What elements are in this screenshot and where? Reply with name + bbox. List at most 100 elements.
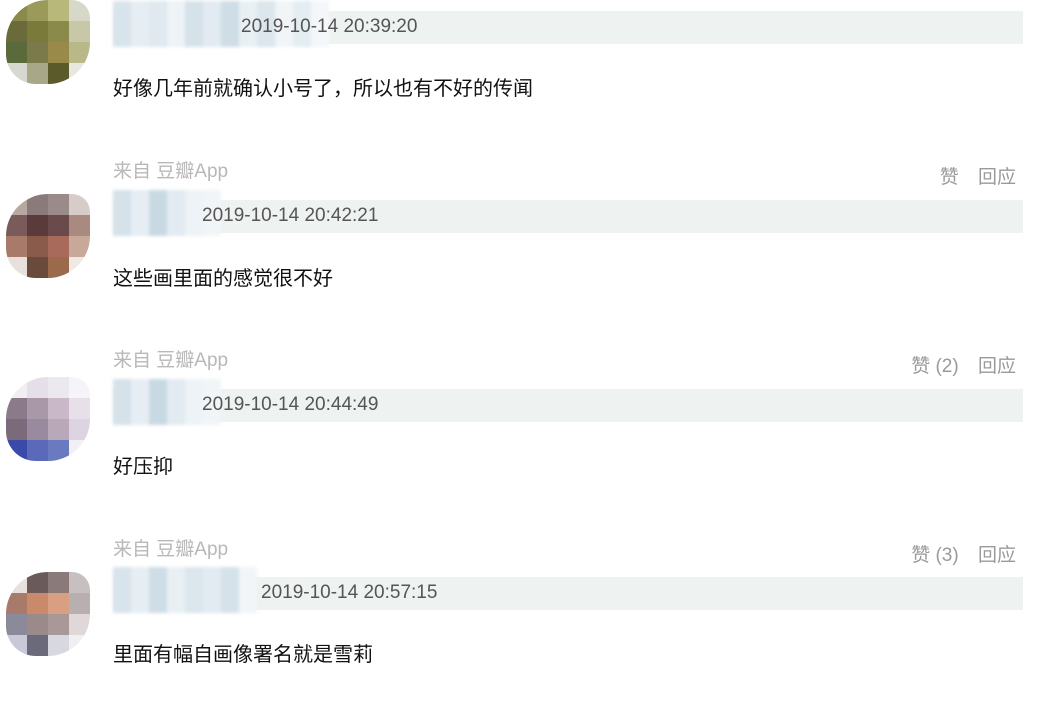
comment-meta-bar: 2019-10-14 20:39:20 — [113, 1, 1023, 47]
avatar-pixel — [27, 194, 48, 215]
comment-meta-bar: 2019-10-14 20:57:15 — [113, 567, 1023, 613]
comment-actions: 赞 回应 — [940, 162, 1016, 189]
username-pixel — [113, 567, 131, 613]
comment-meta-bar: 2019-10-14 20:42:21 — [113, 190, 1023, 236]
reply-button[interactable]: 回应 — [978, 167, 1016, 188]
avatar-pixel — [48, 377, 69, 398]
username-blurred[interactable] — [113, 567, 257, 613]
comment-timestamp: 2019-10-14 20:39:20 — [241, 16, 418, 37]
comment-actions: 赞 (3) 回应 — [911, 540, 1016, 567]
avatar-pixel — [6, 398, 27, 419]
avatar-pixel — [69, 614, 90, 635]
avatar-pixel — [27, 440, 48, 461]
username-pixel — [203, 1, 221, 47]
username-pixel — [149, 567, 167, 613]
avatar-pixel — [48, 593, 69, 614]
avatar-pixel — [69, 42, 90, 63]
username-pixel — [221, 567, 239, 613]
comment-source: 来自 豆瓣App — [113, 350, 229, 371]
comment-item: 来自 豆瓣App 赞 (3) 回应 2019-10-14 20:57:15 里面… — [0, 534, 1046, 709]
avatar[interactable] — [6, 572, 90, 656]
username-pixel — [131, 567, 149, 613]
comment-source: 来自 豆瓣App — [113, 539, 229, 560]
avatar-pixel — [48, 194, 69, 215]
avatar-pixel — [27, 398, 48, 419]
avatar-pixel — [6, 419, 27, 440]
avatar-pixel — [27, 257, 48, 278]
username-pixel — [185, 567, 203, 613]
avatar-pixel — [69, 194, 90, 215]
avatar-pixel — [27, 63, 48, 84]
avatar-pixel — [48, 42, 69, 63]
avatar-pixel — [48, 572, 69, 593]
avatar-pixel — [48, 0, 69, 21]
comment-list: 2019-10-14 20:39:20 好像几年前就确认小号了，所以也有不好的传… — [0, 0, 1046, 709]
comment-text: 这些画里面的感觉很不好 — [113, 268, 333, 290]
avatar-pixel — [69, 572, 90, 593]
username-pixel — [131, 379, 149, 425]
comment-text: 里面有幅自画像署名就是雪莉 — [113, 644, 373, 666]
comment-text: 好像几年前就确认小号了，所以也有不好的传闻 — [113, 78, 533, 100]
avatar-pixel — [69, 377, 90, 398]
username-pixel — [185, 379, 203, 425]
avatar-pixel — [27, 614, 48, 635]
avatar-pixel — [27, 21, 48, 42]
comment-item: 2019-10-14 20:39:20 好像几年前就确认小号了，所以也有不好的传… — [0, 0, 1046, 140]
avatar[interactable] — [6, 194, 90, 278]
username-pixel — [221, 1, 239, 47]
avatar-pixel — [27, 593, 48, 614]
comment-timestamp: 2019-10-14 20:42:21 — [202, 205, 379, 226]
username-pixel — [239, 567, 257, 613]
avatar-pixel — [6, 236, 27, 257]
like-button[interactable]: 赞 (2) — [911, 356, 959, 377]
avatar[interactable] — [6, 377, 90, 461]
avatar-pixel — [48, 257, 69, 278]
username-pixel — [185, 190, 203, 236]
username-pixel — [149, 1, 167, 47]
like-button[interactable]: 赞 (3) — [911, 545, 959, 566]
avatar-pixel — [6, 215, 27, 236]
like-button[interactable]: 赞 — [940, 167, 959, 188]
avatar-pixel — [6, 440, 27, 461]
username-pixel — [113, 190, 131, 236]
username-pixel — [167, 190, 185, 236]
avatar[interactable] — [6, 0, 90, 84]
avatar-pixel — [48, 635, 69, 656]
comment-text: 好压抑 — [113, 456, 173, 478]
avatar-pixel — [6, 614, 27, 635]
avatar-pixel — [6, 21, 27, 42]
username-pixel — [113, 379, 131, 425]
avatar-pixel — [69, 419, 90, 440]
reply-button[interactable]: 回应 — [978, 356, 1016, 377]
avatar-pixel — [69, 21, 90, 42]
avatar-pixel — [6, 63, 27, 84]
avatar-pixel — [48, 440, 69, 461]
username-pixel — [203, 567, 221, 613]
username-pixel — [113, 1, 131, 47]
comment-source: 来自 豆瓣App — [113, 161, 229, 182]
avatar-pixel — [27, 0, 48, 21]
avatar-pixel — [69, 398, 90, 419]
username-pixel — [131, 1, 149, 47]
reply-button[interactable]: 回应 — [978, 545, 1016, 566]
comment-timestamp: 2019-10-14 20:57:15 — [261, 582, 438, 603]
comment-item: 来自 豆瓣App 赞 (2) 回应 2019-10-14 20:44:49 好压… — [0, 345, 1046, 525]
username-pixel — [185, 1, 203, 47]
avatar-pixel — [6, 0, 27, 21]
username-pixel — [131, 190, 149, 236]
username-pixel — [149, 190, 167, 236]
avatar-pixel — [6, 593, 27, 614]
avatar-pixel — [6, 377, 27, 398]
avatar-pixel — [27, 42, 48, 63]
avatar-pixel — [48, 63, 69, 84]
avatar-pixel — [27, 635, 48, 656]
avatar-pixel — [27, 572, 48, 593]
avatar-pixel — [48, 614, 69, 635]
avatar-pixel — [27, 419, 48, 440]
comment-meta-bar: 2019-10-14 20:44:49 — [113, 379, 1023, 425]
avatar-pixel — [48, 236, 69, 257]
avatar-pixel — [69, 593, 90, 614]
avatar-pixel — [48, 21, 69, 42]
avatar-pixel — [48, 215, 69, 236]
avatar-pixel — [69, 0, 90, 21]
